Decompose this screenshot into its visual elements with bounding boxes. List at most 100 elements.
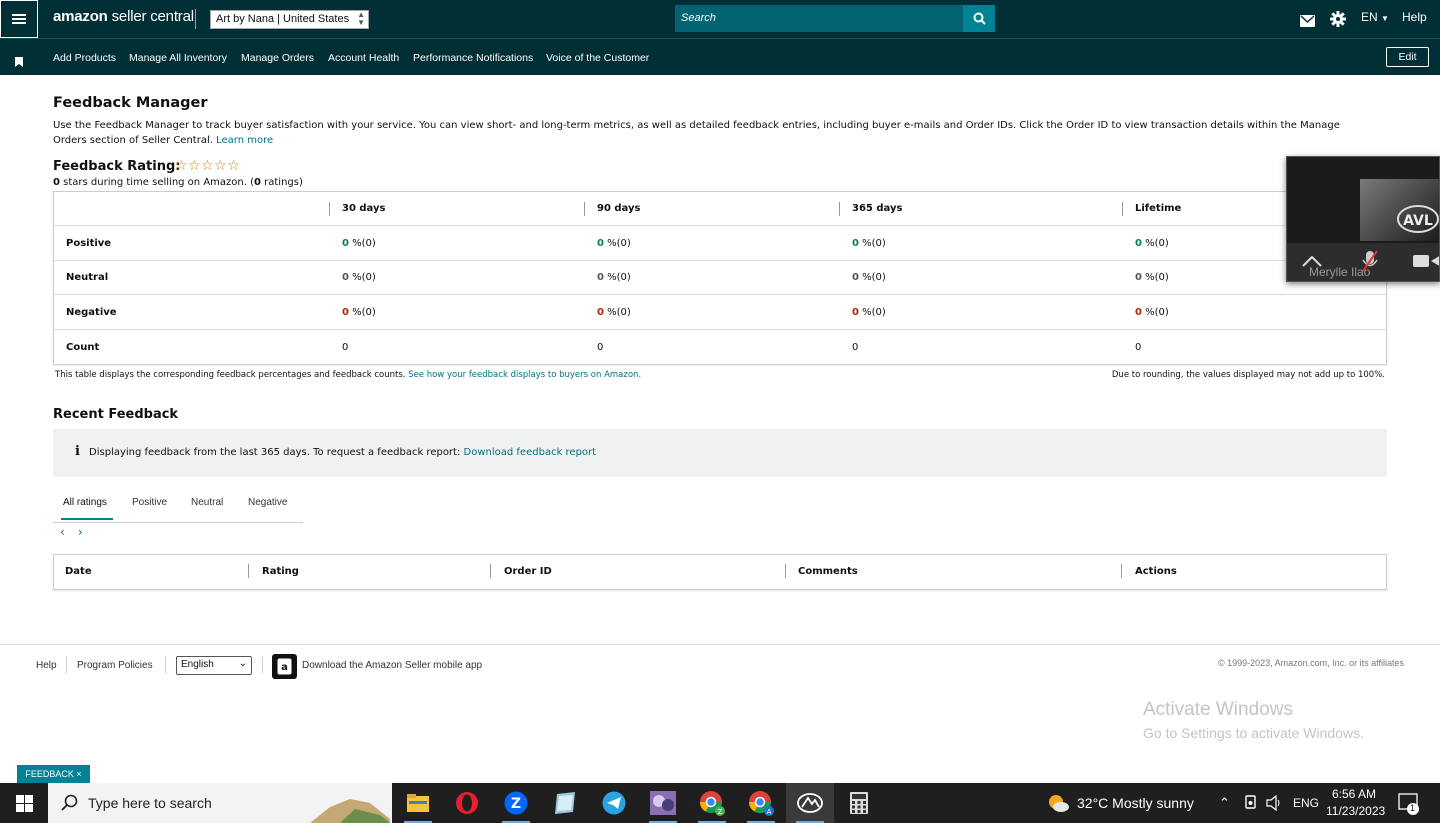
help-link[interactable]: Help <box>1402 10 1427 24</box>
nav-item-account-health[interactable]: Account Health <box>328 52 399 64</box>
nav-item-voice-of-customer[interactable]: Voice of the Customer <box>546 52 649 64</box>
updown-arrows-icon: ▲ ▼ <box>357 10 365 27</box>
search-icon <box>973 12 986 25</box>
tab-neutral[interactable]: Neutral <box>191 497 223 508</box>
store-selector[interactable]: Art by Nana | United States ▲ ▼ <box>210 10 369 29</box>
windows-taskbar: Type here to search Z Z A 32°C Mostly su <box>0 783 1440 823</box>
tab-all-ratings[interactable]: All ratings <box>63 497 107 508</box>
col-date[interactable]: Date <box>65 566 92 577</box>
input-language[interactable]: ENG <box>1293 796 1319 810</box>
participant-name: Merylle Ilao <box>1309 265 1371 279</box>
negative-30-value: 0 <box>342 307 349 318</box>
amazon-app-icon[interactable]: a <box>272 654 297 679</box>
rating-summary: 0 stars during time selling on Amazon. (… <box>53 177 303 188</box>
game-app-icon[interactable] <box>639 783 687 823</box>
clock-date[interactable]: 11/23/2023 <box>1326 804 1385 818</box>
calculator-icon[interactable] <box>835 783 883 823</box>
col-comments[interactable]: Comments <box>798 566 858 577</box>
footer-help-link[interactable]: Help <box>36 660 57 671</box>
neutral-90-suffix: %(0) <box>603 272 631 283</box>
positive-30-suffix: %(0) <box>348 238 376 249</box>
video-camera-icon[interactable] <box>1413 253 1439 273</box>
positive-lifetime-value: 0 <box>1135 238 1142 249</box>
neutral-lifetime-suffix: %(0) <box>1141 272 1169 283</box>
weather-sunny-icon[interactable] <box>1046 793 1070 817</box>
video-meeting-app-icon[interactable] <box>786 783 834 823</box>
top-bar: amazon seller central Art by Nana | Unit… <box>0 0 1440 38</box>
opera-browser-icon[interactable] <box>443 783 491 823</box>
tab-positive[interactable]: Positive <box>132 497 167 508</box>
negative-30-suffix: %(0) <box>348 307 376 318</box>
positive-365-suffix: %(0) <box>858 238 886 249</box>
hamburger-menu-button[interactable] <box>0 0 38 38</box>
zalo-icon[interactable]: Z <box>492 783 540 823</box>
negative-365-value: 0 <box>852 307 859 318</box>
nav-item-manage-inventory[interactable]: Manage All Inventory <box>129 52 227 64</box>
svg-text:a: a <box>281 662 288 673</box>
col-order-id[interactable]: Order ID <box>504 566 552 577</box>
table-note: This table displays the corresponding fe… <box>55 370 641 380</box>
activate-windows-subtitle: Go to Settings to activate Windows. <box>1143 725 1364 741</box>
info-message: Displaying feedback from the last 365 da… <box>89 447 596 458</box>
bookmark-icon[interactable] <box>15 52 23 71</box>
mail-icon[interactable] <box>1300 12 1315 31</box>
neutral-90-value: 0 <box>597 272 604 283</box>
nav-item-manage-orders[interactable]: Manage Orders <box>241 52 314 64</box>
negative-lifetime-suffix: %(0) <box>1141 307 1169 318</box>
windows-start-button[interactable] <box>0 783 48 823</box>
video-call-overlay[interactable]: AVL Merylle Ilao <box>1286 156 1440 282</box>
download-report-link[interactable]: Download feedback report <box>464 447 597 458</box>
footer-language-select[interactable]: English ⌄ <box>176 656 252 675</box>
volume-icon[interactable] <box>1266 794 1282 815</box>
gear-icon[interactable] <box>1330 11 1346 31</box>
activate-windows-title: Activate Windows <box>1143 699 1293 720</box>
telegram-icon[interactable] <box>590 783 638 823</box>
nav-item-performance-notifications[interactable]: Performance Notifications <box>413 52 533 64</box>
download-app-link[interactable]: Download the Amazon Seller mobile app <box>302 660 482 671</box>
caret-down-icon: ▼ <box>1381 14 1389 23</box>
search-input[interactable]: Search <box>675 5 965 32</box>
user-avatar-logo: AVL <box>1397 205 1439 233</box>
tab-negative[interactable]: Negative <box>248 497 287 508</box>
file-explorer-icon[interactable] <box>394 783 442 823</box>
rounding-note: Due to rounding, the values displayed ma… <box>1111 370 1385 380</box>
see-feedback-display-link[interactable]: See how your feedback displays to buyers… <box>408 370 641 380</box>
clock-time[interactable]: 6:56 AM <box>1332 787 1376 801</box>
language-label: EN <box>1361 10 1378 24</box>
page-intro: Use the Feedback Manager to track buyer … <box>53 118 1373 148</box>
program-policies-link[interactable]: Program Policies <box>77 660 153 671</box>
feedback-button[interactable]: FEEDBACK × <box>17 765 90 783</box>
chevron-up-icon[interactable]: ⌃ <box>1219 795 1230 811</box>
table-row-positive: Positive 0 %(0) 0 %(0) 0 %(0) 0 %(0) <box>54 226 1386 261</box>
neutral-365-suffix: %(0) <box>858 272 886 283</box>
negative-365-suffix: %(0) <box>858 307 886 318</box>
positive-30-value: 0 <box>342 238 349 249</box>
search-button[interactable] <box>963 5 995 32</box>
negative-90-value: 0 <box>597 307 604 318</box>
notification-icon[interactable] <box>1398 793 1420 819</box>
learn-more-link[interactable]: Learn more <box>216 135 273 146</box>
col-30-days: 30 days <box>342 203 386 214</box>
prev-page-button[interactable]: ‹ <box>60 525 65 539</box>
chrome-profile-a-icon[interactable]: A <box>737 783 785 823</box>
next-page-button[interactable]: › <box>78 525 83 539</box>
col-actions[interactable]: Actions <box>1135 566 1177 577</box>
neutral-30: 0 %(0) <box>342 272 376 283</box>
positive-90-suffix: %(0) <box>603 238 631 249</box>
taskbar-search-input[interactable]: Type here to search <box>48 783 392 823</box>
weather-text[interactable]: 32°C Mostly sunny <box>1077 795 1194 811</box>
col-365-days: 365 days <box>852 203 903 214</box>
chrome-profile-z-icon[interactable]: Z <box>688 783 736 823</box>
meeting-tray-icon[interactable] <box>1244 795 1258 815</box>
active-tab-indicator <box>61 518 113 520</box>
nav-item-add-products[interactable]: Add Products <box>53 52 116 64</box>
rating-sub-end: ratings) <box>260 177 303 188</box>
footer-language-value: English <box>181 659 214 670</box>
svg-text:Z: Z <box>718 808 723 816</box>
col-rating[interactable]: Rating <box>262 566 299 577</box>
notes-app-icon[interactable] <box>541 783 589 823</box>
rating-sub-text: stars during time selling on Amazon. ( <box>59 177 254 188</box>
seller-central-logo[interactable]: amazon seller central <box>53 8 194 25</box>
edit-nav-button[interactable]: Edit <box>1386 47 1429 67</box>
language-selector[interactable]: EN ▼ <box>1361 10 1389 24</box>
